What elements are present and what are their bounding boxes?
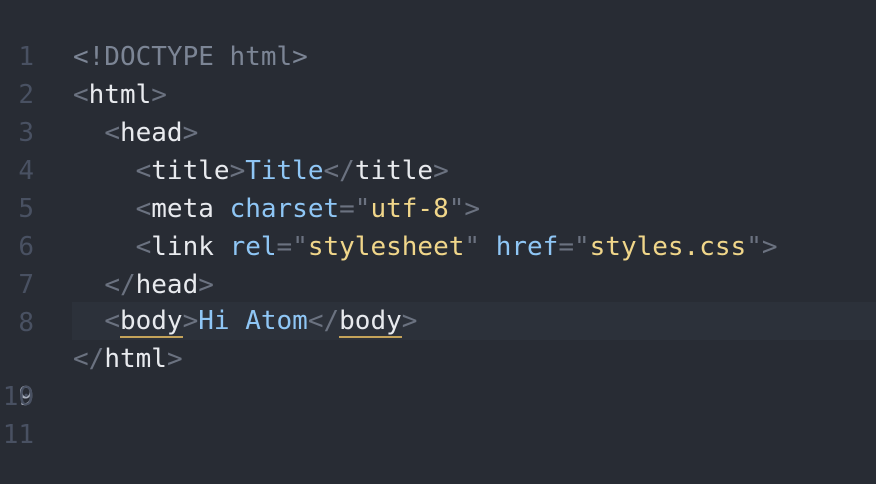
code-line-3[interactable]: 3 <html> <box>0 76 876 148</box>
punctuation: " <box>448 194 465 224</box>
punctuation: > <box>401 306 418 336</box>
code-text: <!DOCTYPE html> <box>73 38 308 76</box>
attribute-name: charset <box>229 194 340 224</box>
code-line-7[interactable]: 7 <link rel="stylesheet" href="styles.cs… <box>0 228 876 300</box>
punctuation: </ <box>307 306 340 336</box>
tag-name: meta <box>151 194 214 224</box>
attribute-name: rel <box>229 232 277 262</box>
code-line-4[interactable]: 4 <head> <box>0 114 876 186</box>
punctuation: < <box>135 156 152 186</box>
code-text: <html> <box>73 76 167 114</box>
punctuation: = <box>276 232 293 262</box>
punctuation: > <box>182 306 199 336</box>
code-text: <head> <box>73 114 198 152</box>
punctuation: < <box>135 194 152 224</box>
tag-name: title <box>151 156 230 186</box>
punctuation: < <box>104 306 120 336</box>
code-text: <title>Title</title> <box>73 152 449 190</box>
code-line-5[interactable]: 5 <title>Title</title> <box>0 152 876 224</box>
punctuation: > <box>761 232 778 262</box>
punctuation: > <box>433 156 449 186</box>
code-line-8[interactable]: 8 </head> <box>0 266 876 338</box>
code-editor[interactable]: 1 2 <!DOCTYPE html> 3 <html> 4 <head> 5 … <box>0 0 876 484</box>
tag-name-matched: body <box>339 306 402 338</box>
attribute-value: stylesheet <box>307 232 465 262</box>
tag-name: head <box>119 118 183 148</box>
doctype-declaration: <!DOCTYPE html> <box>73 42 308 72</box>
punctuation: < <box>135 232 152 262</box>
line-number: 11 <box>2 420 34 450</box>
punctuation: " <box>464 232 481 262</box>
code-line-2[interactable]: 2 <!DOCTYPE html> <box>0 38 876 110</box>
punctuation: </ <box>73 344 105 374</box>
code-text: <meta charset="utf-8"> <box>73 190 480 228</box>
text-content: Title <box>245 156 324 186</box>
punctuation: = <box>339 194 355 224</box>
punctuation: > <box>166 344 183 374</box>
punctuation: > <box>182 118 199 148</box>
punctuation: > <box>151 80 167 110</box>
punctuation: > <box>464 194 481 224</box>
punctuation: " <box>746 232 762 262</box>
punctuation: < <box>73 80 89 110</box>
attribute-value: styles.css <box>589 232 747 262</box>
attribute-value: utf-8 <box>370 194 449 224</box>
tag-name: title <box>354 156 434 186</box>
punctuation: > <box>229 156 246 186</box>
punctuation: < <box>104 118 120 148</box>
code-line-9[interactable]: 9 <body>Hi Atom</body> <box>0 302 876 412</box>
tag-name: link <box>151 232 214 262</box>
punctuation: " <box>354 194 371 224</box>
code-line-1[interactable]: 1 <box>0 0 876 72</box>
code-text: </html> <box>73 340 183 378</box>
punctuation: " <box>573 232 590 262</box>
punctuation: </ <box>323 156 355 186</box>
code-text: <link rel="stylesheet" href="styles.css"… <box>73 228 778 266</box>
punctuation: > <box>198 270 214 300</box>
tag-name: head <box>135 270 199 300</box>
tag-name: html <box>104 344 167 374</box>
punctuation: = <box>558 232 574 262</box>
attribute-name: href <box>495 232 559 262</box>
text-content: Hi Atom <box>198 306 308 336</box>
code-text: </head> <box>73 266 214 304</box>
code-line-11[interactable]: 11 <box>0 378 876 450</box>
code-line-10[interactable]: 10 </html> <box>0 340 876 412</box>
tag-name: html <box>88 80 152 110</box>
code-line-6[interactable]: 6 <meta charset="utf-8"> <box>0 190 876 262</box>
code-text: <body>Hi Atom</body> <box>73 302 417 340</box>
punctuation: " <box>292 232 308 262</box>
punctuation: </ <box>104 270 136 300</box>
tag-name-matched: body <box>119 306 183 338</box>
